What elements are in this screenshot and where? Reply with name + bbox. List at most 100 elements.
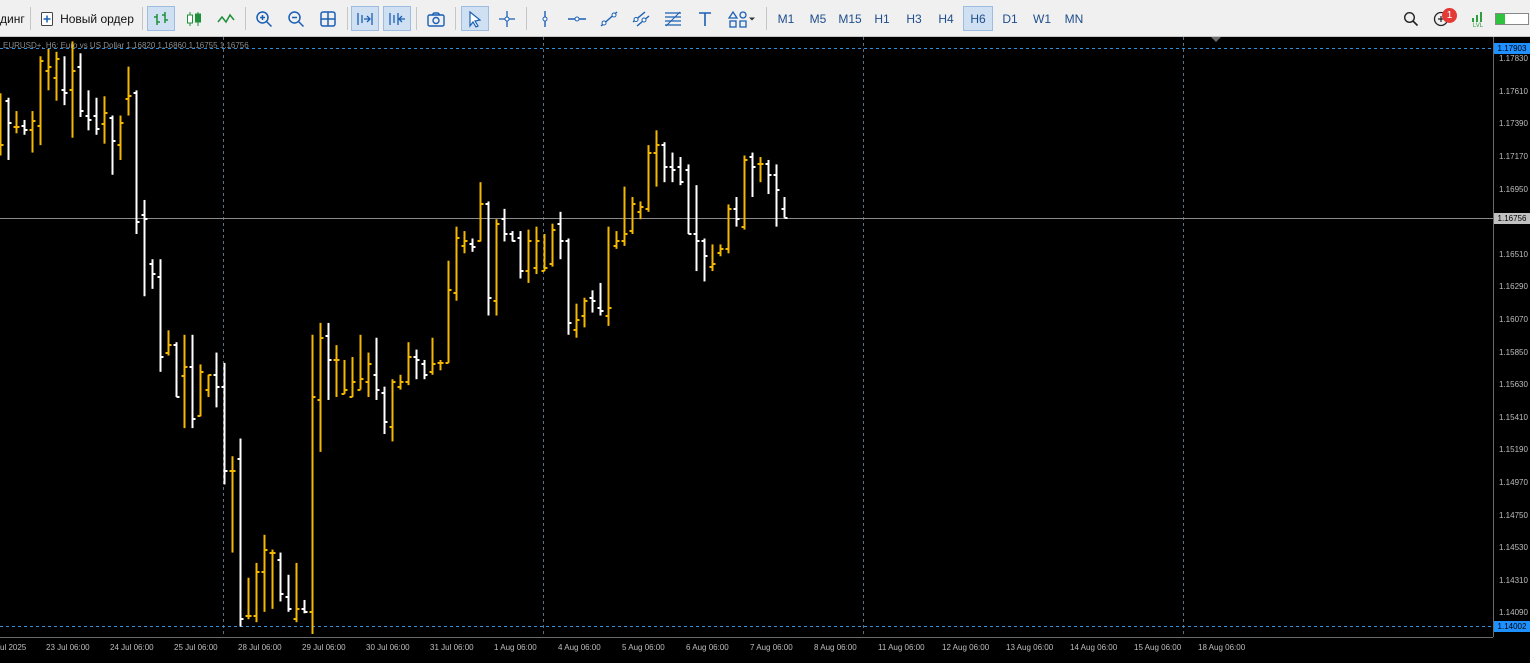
ohlc-bar: [293, 562, 300, 623]
time-tick-label: 8 Aug 06:00: [814, 643, 857, 652]
time-tick-label: 13 Aug 06:00: [1006, 643, 1054, 652]
price-tick-label: 1.14970: [1499, 477, 1528, 487]
vertical-line-button[interactable]: [531, 6, 559, 31]
ohlc-bar: [645, 145, 652, 212]
price-tick-label: 1.16290: [1499, 282, 1528, 292]
ohlc-bar: [429, 337, 436, 375]
timeframe-mn[interactable]: MN: [1059, 6, 1089, 31]
ohlc-bar: [397, 374, 404, 390]
chart-shift-button[interactable]: [383, 6, 411, 31]
ohlc-bar: [445, 260, 452, 364]
ohlc-bar: [53, 51, 60, 101]
time-tick-label: 1 Aug 06:00: [494, 643, 537, 652]
channel-button[interactable]: [627, 6, 655, 31]
ohlc-bar: [117, 115, 124, 160]
ohlc-bar: [109, 115, 116, 175]
chevron-down-icon: [749, 17, 755, 20]
ohlc-bar: [613, 231, 620, 249]
ohlc-bar: [285, 574, 292, 612]
ohlc-bar: [277, 552, 284, 602]
ohlc-bar: [565, 238, 572, 335]
timeframe-w1[interactable]: W1: [1027, 6, 1057, 31]
price-tick-label: 1.16510: [1499, 249, 1528, 259]
ohlc-bar: [141, 199, 148, 297]
fibonacci-icon: [665, 11, 681, 26]
ohlc-bar: [405, 342, 412, 386]
timeframe-h3[interactable]: H3: [899, 6, 929, 31]
ohlc-bar: [349, 357, 356, 398]
bar-chart-icon: [154, 11, 168, 25]
ohlc-bar: [533, 226, 540, 275]
bar-chart-button[interactable]: [147, 6, 175, 31]
ohlc-bar: [149, 259, 156, 289]
zoom-in-button[interactable]: [250, 6, 278, 31]
price-chart[interactable]: EURUSD+, H6: Euro vs US Dollar 1.16820 1…: [0, 37, 1530, 663]
timeframe-h6[interactable]: H6: [963, 6, 993, 31]
crosshair-button[interactable]: [493, 6, 521, 31]
price-tick-label: 1.14310: [1499, 575, 1528, 585]
time-tick-label: 28 Jul 06:00: [238, 643, 282, 652]
ohlc-bar: [413, 349, 420, 380]
toolbar-separator: [416, 7, 417, 30]
price-label-bid: 1.16756: [1494, 213, 1530, 225]
horizontal-line-button[interactable]: [563, 6, 591, 31]
fibonacci-button[interactable]: [659, 6, 687, 31]
ohlc-bar: [389, 379, 396, 442]
trendline-button[interactable]: [595, 6, 623, 31]
time-tick-label: 6 Aug 06:00: [686, 643, 729, 652]
ohlc-bar: [213, 352, 220, 408]
time-tick-label: 4 Aug 06:00: [558, 643, 601, 652]
price-label-low: 1.14002: [1494, 621, 1530, 633]
time-tick-label: 30 Jul 06:00: [366, 643, 410, 652]
ohlc-bar: [469, 238, 476, 252]
ohlc-bar: [333, 345, 340, 397]
ohlc-bar: [421, 359, 428, 380]
time-tick-label: 29 Jul 06:00: [302, 643, 346, 652]
text-button[interactable]: [691, 6, 719, 31]
ohlc-bar: [189, 334, 196, 429]
timeframe-d1[interactable]: D1: [995, 6, 1025, 31]
horizontal-line-icon: [568, 16, 586, 21]
candlestick-chart-button[interactable]: [180, 6, 208, 31]
ohlc-chart-canvas[interactable]: [0, 37, 1530, 663]
ohlc-bar: [661, 142, 668, 183]
new-order-icon: [41, 11, 54, 26]
time-tick-label: 18 Aug 06:00: [1198, 643, 1246, 652]
ohlc-bar: [61, 56, 68, 106]
new-order-button[interactable]: Новый ордер: [35, 6, 138, 31]
ohlc-bar: [261, 534, 268, 612]
time-tick-label: 31 Jul 06:00: [430, 643, 474, 652]
timeframe-h4[interactable]: H4: [931, 6, 961, 31]
ohlc-bar: [589, 290, 596, 313]
ohlc-bar: [269, 549, 276, 609]
ohlc-bar: [781, 197, 788, 219]
ohlc-bar: [477, 182, 484, 242]
ohlc-bar: [21, 119, 28, 135]
zoom-out-button[interactable]: [282, 6, 310, 31]
ohlc-bar: [237, 438, 244, 627]
ohlc-bar: [597, 282, 604, 316]
screenshot-button[interactable]: [422, 6, 450, 31]
ohlc-bar: [85, 90, 92, 131]
cursor-button[interactable]: [461, 6, 489, 31]
search-button[interactable]: [1398, 6, 1424, 31]
shapes-dropdown-button[interactable]: [723, 6, 761, 31]
ohlc-bar: [373, 337, 380, 400]
timeframe-m15[interactable]: M15: [835, 6, 865, 31]
signal-level-button[interactable]: LVL: [1466, 6, 1490, 31]
connection-status[interactable]: [1494, 6, 1530, 31]
line-chart-button[interactable]: [212, 6, 240, 31]
ohlc-bar: [773, 164, 780, 227]
ohlc-bar: [45, 48, 52, 91]
price-tick-label: 1.15630: [1499, 380, 1528, 390]
algo-trading-button[interactable]: динг: [0, 6, 28, 31]
tile-windows-button[interactable]: [314, 6, 342, 31]
ohlc-bar: [101, 96, 108, 144]
timeframe-h1[interactable]: H1: [867, 6, 897, 31]
ohlc-bar: [125, 66, 132, 116]
auto-scroll-button[interactable]: [351, 6, 379, 31]
zoom-out-icon: [288, 10, 305, 27]
timeframe-m5[interactable]: M5: [803, 6, 833, 31]
timeframe-m1[interactable]: M1: [771, 6, 801, 31]
price-tick-label: 1.17390: [1499, 119, 1528, 129]
